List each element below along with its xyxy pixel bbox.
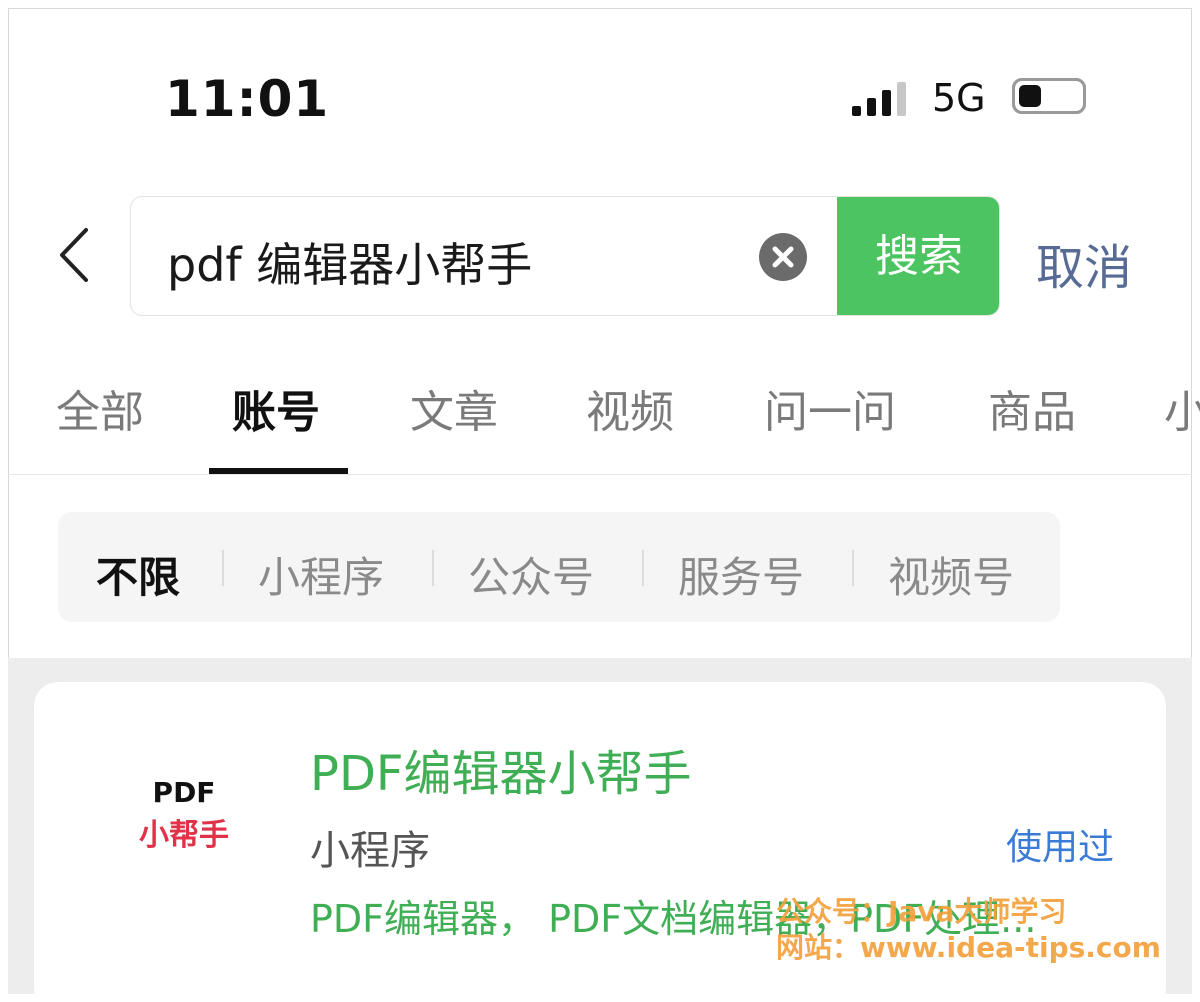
tab-accounts[interactable]: 账号	[232, 376, 320, 440]
used-badge: 使用过	[1006, 827, 1115, 868]
tab-ask[interactable]: 问一问	[764, 376, 896, 440]
logo-text-top: PDF	[152, 776, 216, 809]
filter-service-account[interactable]: 服务号	[678, 544, 804, 605]
watermark-line2: 网站：www.idea-tips.com	[776, 931, 1161, 964]
filter-divider	[852, 550, 854, 586]
cancel-button[interactable]: 取消	[1036, 228, 1132, 298]
network-type: 5G	[932, 76, 986, 120]
filter-divider	[642, 550, 644, 586]
filter-divider	[222, 550, 224, 586]
result-title[interactable]: PDF编辑器小帮手	[310, 734, 692, 804]
signal-icon	[852, 80, 912, 116]
filter-bar: 不限 小程序 公众号 服务号 视频号	[58, 512, 1060, 622]
back-arrow-icon	[60, 228, 88, 282]
watermark: 公众号：Java大师学习 网站：www.idea-tips.com	[776, 894, 1161, 966]
phone-screen: 11:01 5G pdf 编辑器小帮手 搜索 取消 全部 账号 文章 视频 问一…	[0, 0, 1200, 1002]
filter-unlimited[interactable]: 不限	[96, 544, 180, 605]
tab-more[interactable]: 小	[1164, 376, 1200, 440]
signal-bar	[852, 106, 861, 116]
watermark-line1: 公众号：Java大师学习	[776, 895, 1067, 928]
signal-bar	[867, 98, 876, 116]
tab-videos[interactable]: 视频	[586, 376, 674, 440]
back-button[interactable]	[48, 220, 108, 290]
filter-divider	[432, 550, 434, 586]
filter-mini-program[interactable]: 小程序	[258, 544, 384, 605]
tabs-divider	[8, 474, 1192, 475]
status-time: 11:01	[165, 70, 330, 128]
battery-nub	[1012, 78, 1086, 114]
search-box[interactable]: pdf 编辑器小帮手 搜索	[130, 196, 1000, 316]
search-button[interactable]: 搜索	[837, 197, 999, 315]
tab-products[interactable]: 商品	[988, 376, 1076, 440]
search-input[interactable]: pdf 编辑器小帮手	[167, 229, 532, 295]
tab-all[interactable]: 全部	[56, 376, 144, 440]
signal-bar	[897, 82, 906, 116]
filter-official-account[interactable]: 公众号	[468, 544, 594, 605]
signal-bar	[882, 90, 891, 116]
filter-video-account[interactable]: 视频号	[888, 544, 1014, 605]
result-logo: PDF 小帮手	[124, 776, 244, 872]
clear-button[interactable]	[759, 233, 807, 281]
tab-articles[interactable]: 文章	[410, 376, 498, 440]
result-type: 小程序	[310, 828, 430, 874]
logo-text-bottom: 小帮手	[139, 818, 229, 853]
clear-icon	[772, 246, 794, 268]
